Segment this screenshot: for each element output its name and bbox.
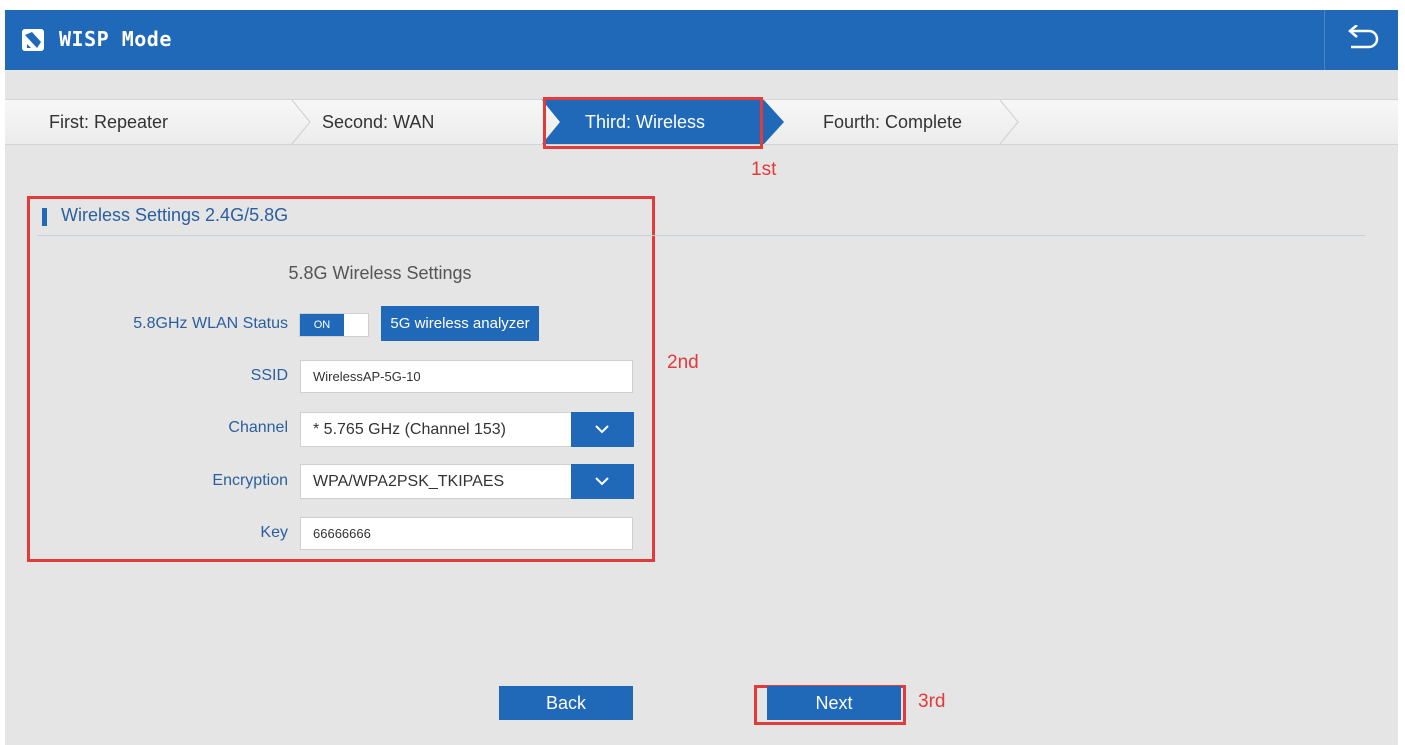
encryption-label: Encryption xyxy=(212,472,288,489)
wireless-analyzer-button[interactable]: 5G wireless analyzer xyxy=(381,306,539,341)
wlan-status-toggle[interactable]: ON xyxy=(299,313,369,337)
step-navigation: First: Repeater Second: WAN Third: Wirel… xyxy=(5,99,1398,145)
step-separator xyxy=(999,100,1019,144)
encryption-dropdown-button[interactable] xyxy=(571,464,634,499)
channel-label: Channel xyxy=(228,419,288,436)
encryption-select[interactable]: WPA/WPA2PSK_TKIPAES xyxy=(300,464,634,499)
ssid-label: SSID xyxy=(250,367,288,384)
step-separator xyxy=(291,100,311,144)
ssid-input[interactable]: WirelessAP-5G-10 xyxy=(300,360,633,393)
annotation-label-1: 1st xyxy=(751,159,777,180)
channel-dropdown-button[interactable] xyxy=(571,412,634,447)
back-button[interactable]: Back xyxy=(499,686,633,720)
channel-select[interactable]: * 5.765 GHz (Channel 153) xyxy=(300,412,634,447)
page-title: WISP Mode xyxy=(59,27,172,51)
step-second-wan[interactable]: Second: WAN xyxy=(322,100,434,144)
step-third-wireless[interactable]: Third: Wireless xyxy=(585,100,705,144)
wlan-status-label: 5.8GHz WLAN Status xyxy=(133,315,288,332)
channel-value: * 5.765 GHz (Channel 153) xyxy=(313,421,506,438)
chevron-down-icon xyxy=(595,477,609,486)
return-arrow-icon xyxy=(1348,25,1379,49)
key-label: Key xyxy=(260,524,288,541)
section-title: Wireless Settings 2.4G/5.8G xyxy=(61,205,289,225)
encryption-value: WPA/WPA2PSK_TKIPAES xyxy=(313,473,505,490)
app-frame: WISP Mode First: Repeater Second: WAN Th… xyxy=(5,10,1398,745)
toggle-on-indicator: ON xyxy=(300,314,344,336)
annotation-label-2: 2nd xyxy=(667,352,699,373)
wisp-logo-icon xyxy=(22,29,44,51)
annotation-label-3: 3rd xyxy=(918,691,946,712)
return-button[interactable] xyxy=(1324,10,1398,70)
chevron-down-icon xyxy=(595,425,609,434)
title-bar: WISP Mode xyxy=(5,10,1398,70)
subsection-heading: 5.8G Wireless Settings xyxy=(288,263,472,283)
section-marker xyxy=(42,208,47,226)
step-fourth-complete[interactable]: Fourth: Complete xyxy=(823,100,962,144)
next-button[interactable]: Next xyxy=(767,686,901,720)
section-divider xyxy=(37,235,1365,236)
key-input[interactable]: 66666666 xyxy=(300,517,633,550)
step-first-repeater[interactable]: First: Repeater xyxy=(49,100,168,144)
